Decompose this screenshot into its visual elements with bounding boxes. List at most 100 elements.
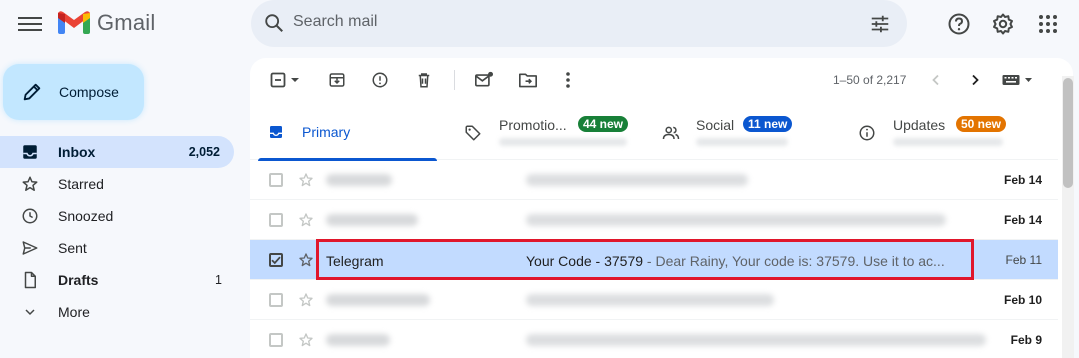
- row-checkbox[interactable]: [269, 293, 283, 307]
- sidebar-item-label: Drafts: [58, 272, 99, 288]
- tab-badge: 11 new: [743, 116, 793, 132]
- inbox-icon: [270, 126, 282, 138]
- sidebar: Inbox 2,052 Starred Snoozed Sent Drafts …: [0, 136, 236, 328]
- checkmark-icon: [271, 256, 281, 265]
- sidebar-item-label: Sent: [58, 240, 87, 256]
- sidebar-item-label: Snoozed: [58, 208, 114, 224]
- apps-grid-icon[interactable]: [1036, 12, 1060, 36]
- tab-preview-blurred: [499, 138, 627, 146]
- main-menu-icon[interactable]: [18, 14, 42, 34]
- select-all-checkbox[interactable]: [268, 70, 288, 90]
- row-checkbox[interactable]: [269, 333, 283, 347]
- app-name: Gmail: [97, 10, 156, 35]
- sidebar-item-label: Inbox: [58, 144, 96, 160]
- pencil-icon: [23, 83, 41, 101]
- tag-icon: [465, 125, 481, 141]
- sender-blurred: [326, 334, 390, 346]
- row-checkbox[interactable]: [269, 173, 283, 187]
- sidebar-item-label: Starred: [58, 176, 104, 192]
- star-icon[interactable]: [298, 252, 314, 268]
- newer-page-icon[interactable]: [926, 70, 946, 90]
- mail-list-panel: 1–50 of 2,217 Primary Promotio... 44 new…: [250, 58, 1073, 358]
- search-options-icon[interactable]: [869, 13, 891, 35]
- email-row[interactable]: Feb 9: [250, 320, 1058, 358]
- tab-primary[interactable]: Primary: [258, 104, 437, 161]
- email-list: Feb 14 Feb 14 Telegram Your Code - 37579…: [250, 160, 1058, 358]
- email-date: Feb 14: [1003, 213, 1042, 227]
- input-tools-icon[interactable]: [1002, 70, 1034, 90]
- tab-badge: 44 new: [578, 116, 629, 132]
- move-to-icon[interactable]: [518, 70, 538, 90]
- tab-preview-blurred: [696, 138, 788, 146]
- email-row[interactable]: Feb 14: [250, 200, 1058, 240]
- email-row[interactable]: Feb 10: [250, 280, 1058, 320]
- inbox-count: 2,052: [188, 145, 220, 159]
- star-icon[interactable]: [298, 292, 314, 308]
- drafts-count: 1: [215, 273, 222, 287]
- send-icon: [20, 238, 40, 258]
- help-icon[interactable]: [947, 12, 971, 36]
- archive-icon[interactable]: [327, 70, 347, 90]
- sidebar-item-drafts[interactable]: Drafts 1: [0, 264, 236, 296]
- gmail-logo[interactable]: Gmail: [57, 10, 155, 36]
- subject-blurred: [526, 334, 986, 346]
- tab-label: Updates: [893, 117, 946, 133]
- star-icon[interactable]: [298, 212, 314, 228]
- row-checkbox[interactable]: [269, 213, 283, 227]
- star-icon: [20, 174, 40, 194]
- sender-blurred: [326, 294, 430, 306]
- tab-badge: 50 new: [956, 116, 1007, 132]
- tab-social[interactable]: Social 11 new: [660, 104, 850, 160]
- email-date: Feb 9: [1010, 333, 1042, 347]
- email-row[interactable]: Feb 14: [250, 160, 1058, 200]
- star-icon[interactable]: [298, 332, 314, 348]
- email-row-telegram[interactable]: Telegram Your Code - 37579 - Dear Rainy,…: [250, 240, 1058, 280]
- delete-icon[interactable]: [414, 70, 434, 90]
- more-options-icon[interactable]: [558, 70, 578, 90]
- toolbar-divider: [454, 70, 455, 90]
- list-toolbar: 1–50 of 2,217: [250, 58, 1073, 102]
- email-date: Feb 11: [1005, 253, 1042, 267]
- scrollbar-thumb[interactable]: [1063, 78, 1073, 188]
- clock-icon: [20, 206, 40, 226]
- sidebar-item-more[interactable]: More: [0, 296, 236, 328]
- subject-blurred: [526, 214, 946, 226]
- sender-blurred: [326, 214, 418, 226]
- gear-icon[interactable]: [991, 12, 1015, 36]
- email-date: Feb 10: [1003, 293, 1042, 307]
- tab-updates[interactable]: Updates 50 new: [858, 104, 1058, 160]
- top-bar: Gmail: [0, 0, 1079, 50]
- pagination-text: 1–50 of 2,217: [833, 73, 907, 87]
- star-icon[interactable]: [298, 172, 314, 188]
- sidebar-item-label: More: [58, 304, 90, 320]
- sidebar-item-snoozed[interactable]: Snoozed: [0, 200, 236, 232]
- sender-blurred: [326, 174, 392, 186]
- report-spam-icon[interactable]: [370, 70, 390, 90]
- tab-label: Promotio...: [499, 117, 567, 133]
- tab-promotions[interactable]: Promotio... 44 new: [460, 104, 650, 160]
- email-date: Feb 14: [1003, 173, 1042, 187]
- sidebar-item-inbox[interactable]: Inbox 2,052: [0, 136, 234, 168]
- gmail-m-icon: [58, 11, 90, 34]
- search-bar[interactable]: [251, 0, 907, 47]
- email-snippet: - Dear Rainy, Your code is: 37579. Use i…: [643, 253, 945, 269]
- compose-label: Compose: [59, 84, 119, 100]
- search-input[interactable]: [293, 13, 813, 31]
- older-page-icon[interactable]: [965, 70, 985, 90]
- info-icon: [859, 125, 875, 141]
- email-subject-line: Your Code - 37579 - Dear Rainy, Your cod…: [526, 253, 945, 269]
- category-tabs: Primary Promotio... 44 new Social 11 new…: [250, 104, 1058, 161]
- search-icon[interactable]: [263, 12, 285, 34]
- tab-label: Social: [696, 117, 735, 133]
- sidebar-item-starred[interactable]: Starred: [0, 168, 236, 200]
- sidebar-item-sent[interactable]: Sent: [0, 232, 236, 264]
- tab-preview-blurred: [893, 138, 1003, 146]
- draft-icon: [20, 270, 40, 290]
- select-dropdown-icon[interactable]: [288, 70, 302, 90]
- inbox-icon: [20, 142, 40, 162]
- row-checkbox-checked[interactable]: [269, 253, 283, 267]
- tab-label: Primary: [302, 124, 351, 140]
- mark-unread-icon[interactable]: [474, 70, 494, 90]
- chevron-down-icon: [20, 302, 40, 322]
- compose-button[interactable]: Compose: [3, 64, 144, 120]
